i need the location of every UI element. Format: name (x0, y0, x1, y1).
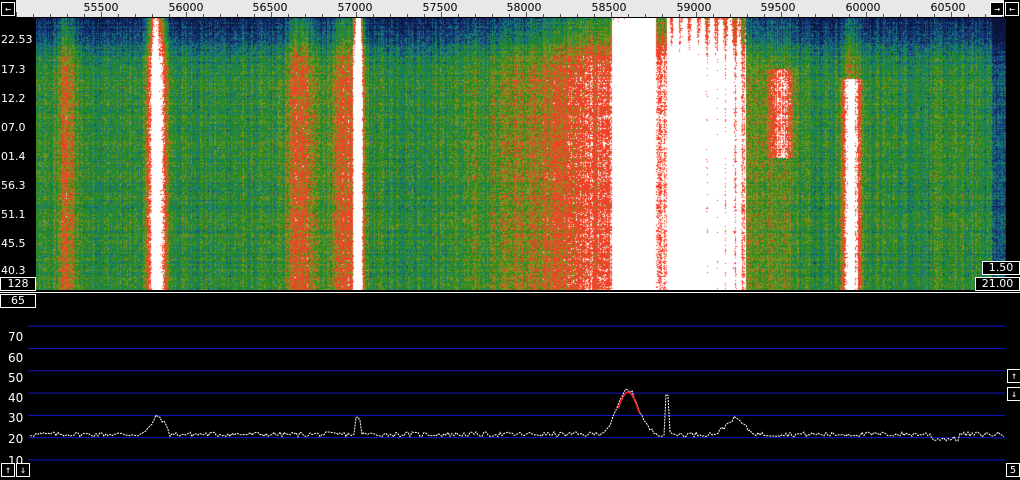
db-label: 60 (8, 351, 24, 365)
spectrum-plot (28, 325, 1005, 461)
db-label: 40 (8, 391, 24, 405)
db-label: 50 (8, 371, 24, 385)
speed-value-field[interactable]: 5 (1006, 463, 1020, 477)
offset-down-button[interactable]: ↓ (16, 463, 30, 477)
scale-up-button[interactable]: ↑ (1007, 369, 1020, 383)
db-label: 30 (8, 411, 24, 425)
db-label: 70 (8, 330, 24, 344)
scale-down-button[interactable]: ↓ (1007, 387, 1020, 401)
spectrum-grid (28, 325, 1005, 461)
offset-up-button[interactable]: ↑ (1, 463, 15, 477)
db-label: 20 (8, 432, 24, 446)
